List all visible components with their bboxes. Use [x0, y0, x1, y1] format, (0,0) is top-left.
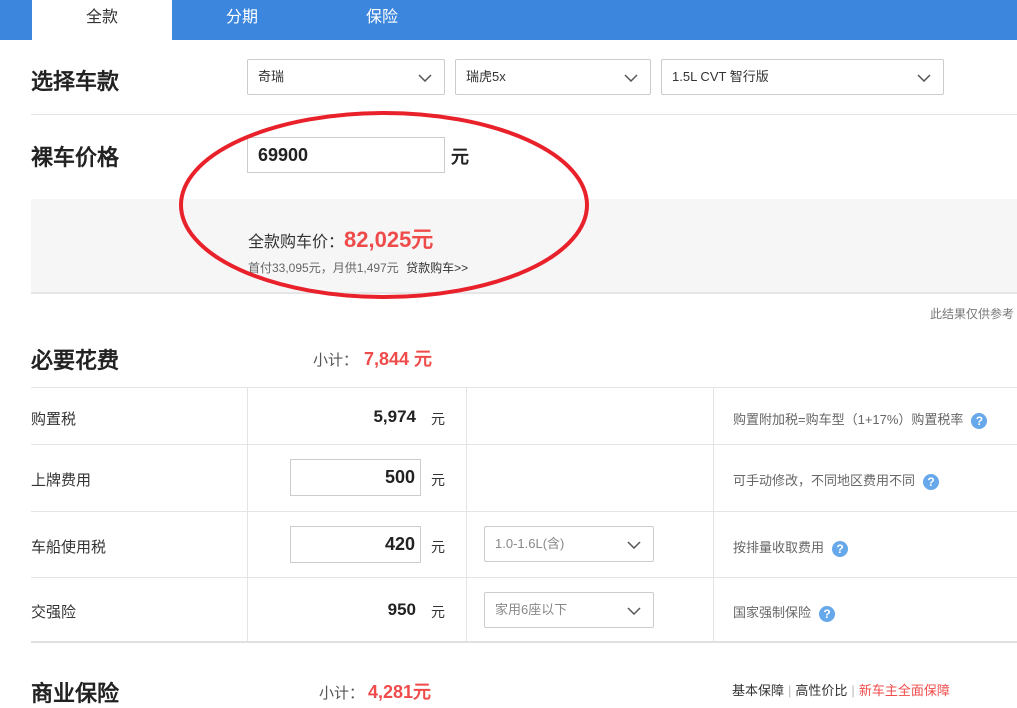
tab-installment[interactable]: 分期 [172, 0, 312, 40]
commercial-insurance-title: 商业保险 [31, 681, 120, 706]
chevron-down-icon [627, 607, 641, 615]
help-icon[interactable]: ? [971, 412, 988, 429]
table-bottom-line [31, 641, 1017, 643]
displacement-select[interactable]: 1.0-1.6L(含) [484, 526, 654, 562]
column-divider [247, 387, 248, 642]
vehicle-tax-label: 车船使用税 [31, 539, 107, 556]
tab-insurance[interactable]: 保险 [312, 0, 452, 40]
help-icon[interactable]: ? [819, 605, 836, 622]
chevron-down-icon [418, 74, 432, 82]
necessary-subtotal-label: 小计： [313, 352, 359, 369]
compulsory-insurance-note-text: 国家强制保险 [733, 605, 812, 620]
brand-select-value: 奇瑞 [258, 69, 285, 84]
bare-price-title: 裸车价格 [31, 145, 120, 170]
chevron-down-icon [917, 74, 931, 82]
disclaimer: 此结果仅供参考 [929, 307, 1014, 321]
full-coverage-link[interactable]: 新车主全面保障 [859, 683, 950, 698]
help-icon[interactable]: ? [923, 473, 940, 490]
row-divider [31, 577, 1017, 578]
chevron-down-icon [624, 74, 638, 82]
red-ellipse-annotation [179, 111, 589, 299]
value-coverage-link[interactable]: 高性价比 [795, 683, 847, 698]
compulsory-insurance-label: 交强险 [31, 604, 77, 621]
necessary-subtotal: 小计： 7,844 元 [313, 345, 432, 371]
basic-coverage-link[interactable]: 基本保障 [732, 683, 784, 698]
commercial-subtotal-label: 小计： [319, 685, 365, 702]
registration-fee-note: 可手动修改，不同地区费用不同? [733, 470, 940, 490]
separator: | [851, 683, 855, 698]
vehicle-tax-unit: 元 [431, 539, 445, 555]
compulsory-insurance-unit: 元 [431, 604, 445, 620]
commercial-subtotal-value: 4,281元 [368, 682, 432, 702]
row-divider [31, 444, 1017, 445]
vehicle-tax-input[interactable] [290, 526, 421, 563]
help-icon[interactable]: ? [832, 540, 849, 557]
vehicle-tax-note-text: 按排量收取费用 [733, 540, 825, 555]
registration-fee-input[interactable] [290, 459, 421, 496]
select-car-title: 选择车款 [31, 69, 120, 94]
compulsory-insurance-value: 950 [387, 600, 416, 619]
row-divider [31, 511, 1017, 512]
purchase-tax-unit: 元 [431, 411, 445, 427]
column-divider [466, 387, 467, 642]
model-select-value: 1.5L CVT 智行版 [672, 69, 769, 84]
purchase-tax-label: 购置税 [31, 411, 77, 428]
purchase-tax-note: 购置附加税=购车型（1+17%）购置税率? [733, 409, 988, 429]
series-select[interactable]: 瑞虎5x [455, 59, 651, 95]
necessary-subtotal-value: 7,844 元 [364, 349, 433, 369]
vehicle-tax-note: 按排量收取费用? [733, 537, 849, 557]
chevron-down-icon [627, 541, 641, 549]
brand-select[interactable]: 奇瑞 [247, 59, 445, 95]
insurance-plan-links: 基本保障 | 高性价比 | 新车主全面保障 [732, 680, 950, 700]
model-select[interactable]: 1.5L CVT 智行版 [661, 59, 944, 95]
purchase-tax-note-text: 购置附加税=购车型（1+17%）购置税率 [733, 412, 964, 427]
purchase-tax-value: 5,974 [373, 407, 416, 426]
tab-bar: 全款 分期 保险 [0, 0, 1017, 40]
registration-fee-label: 上牌费用 [31, 472, 92, 489]
separator: | [788, 683, 792, 698]
commercial-subtotal: 小计： 4,281元 [319, 678, 431, 704]
column-divider [713, 387, 714, 642]
table-top-line [31, 387, 1017, 388]
necessary-title: 必要花费 [31, 348, 120, 373]
tab-full-payment[interactable]: 全款 [32, 0, 172, 40]
seats-select-value: 家用6座以下 [495, 602, 568, 617]
registration-fee-unit: 元 [431, 472, 445, 488]
seats-select[interactable]: 家用6座以下 [484, 592, 654, 628]
compulsory-insurance-note: 国家强制保险? [733, 602, 836, 622]
series-select-value: 瑞虎5x [466, 69, 506, 84]
displacement-select-value: 1.0-1.6L(含) [495, 536, 565, 551]
registration-fee-note-text: 可手动修改，不同地区费用不同 [733, 473, 916, 488]
